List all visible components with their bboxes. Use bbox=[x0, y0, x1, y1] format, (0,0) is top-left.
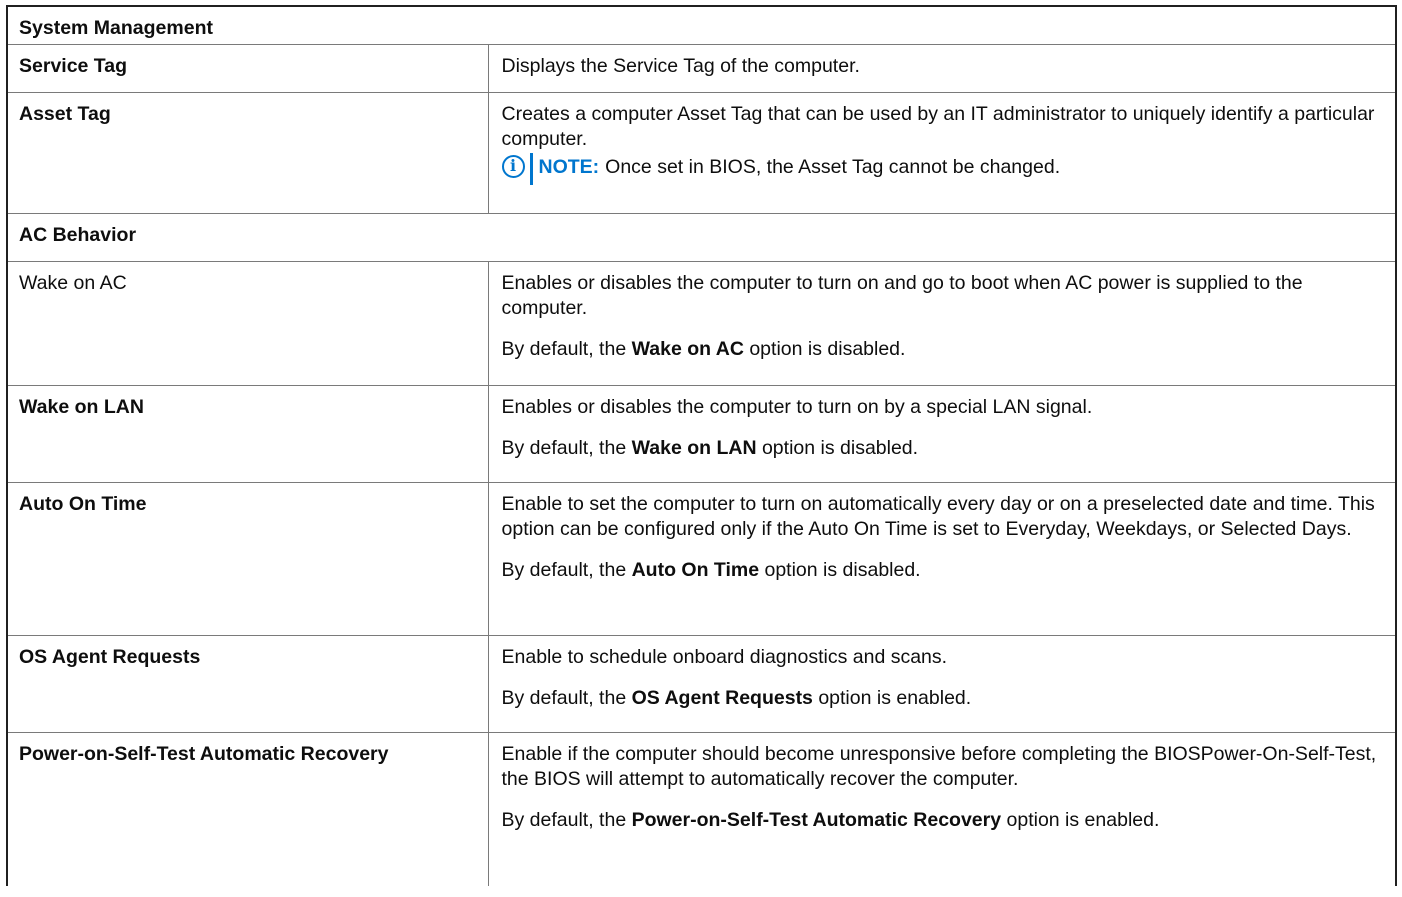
table-row-wake-on-lan: Wake on LAN Enables or disables the comp… bbox=[6, 384, 1397, 483]
default-text-wake-on-ac: By default, the Wake on AC option is dis… bbox=[501, 337, 906, 360]
table-row-auto-on-time: Auto On Time Enable to set the computer … bbox=[6, 481, 1397, 636]
info-icon: i bbox=[501, 154, 525, 178]
option-label-asset-tag: Asset Tag bbox=[19, 102, 111, 125]
option-description-cell: Enable if the computer should become unr… bbox=[487, 731, 1397, 886]
section-title: System Management bbox=[19, 17, 213, 39]
option-name-cell: Service Tag bbox=[6, 43, 489, 93]
option-description-cell: Enable to set the computer to turn on au… bbox=[487, 481, 1397, 636]
table-row-os-agent-requests: OS Agent Requests Enable to schedule onb… bbox=[6, 634, 1397, 733]
default-text-os-agent-requests: By default, the OS Agent Requests option… bbox=[501, 686, 972, 709]
option-description-cell: Enables or disables the computer to turn… bbox=[487, 260, 1397, 386]
option-name-cell: Asset Tag bbox=[6, 91, 489, 214]
note-text: Once set in BIOS, the Asset Tag cannot b… bbox=[605, 155, 1061, 178]
option-name-cell: Wake on LAN bbox=[6, 384, 489, 483]
option-label-auto-on-time: Auto On Time bbox=[19, 492, 147, 515]
table-row-asset-tag: Asset Tag Creates a computer Asset Tag t… bbox=[6, 91, 1397, 214]
table-row-service-tag: Service Tag Displays the Service Tag of … bbox=[6, 43, 1397, 93]
option-description-post-recovery: Enable if the computer should become unr… bbox=[501, 742, 1377, 790]
option-name-cell: Wake on AC bbox=[6, 260, 489, 386]
option-description-wake-on-lan: Enables or disables the computer to turn… bbox=[501, 395, 1093, 418]
subsection-title-ac-behavior: AC Behavior bbox=[19, 223, 137, 246]
option-description-wake-on-ac: Enables or disables the computer to turn… bbox=[501, 271, 1303, 319]
option-description-cell: Displays the Service Tag of the computer… bbox=[487, 43, 1397, 93]
option-name-cell: Power-on-Self-Test Automatic Recovery bbox=[6, 731, 489, 886]
option-description-cell: Enable to schedule onboard diagnostics a… bbox=[487, 634, 1397, 733]
table-row-post-recovery: Power-on-Self-Test Automatic Recovery En… bbox=[6, 731, 1397, 886]
option-label-os-agent-requests: OS Agent Requests bbox=[19, 645, 201, 668]
default-text-post-recovery: By default, the Power-on-Self-Test Autom… bbox=[501, 808, 1160, 831]
note-divider bbox=[529, 152, 533, 185]
option-name-cell: OS Agent Requests bbox=[6, 634, 489, 733]
note-label: NOTE: bbox=[538, 155, 600, 178]
option-name-cell: Auto On Time bbox=[6, 481, 489, 636]
option-label-wake-on-lan: Wake on LAN bbox=[19, 395, 144, 418]
option-description-os-agent-requests: Enable to schedule onboard diagnostics a… bbox=[501, 645, 948, 668]
default-text-auto-on-time: By default, the Auto On Time option is d… bbox=[501, 558, 921, 581]
option-label-post-recovery: Power-on-Self-Test Automatic Recovery bbox=[19, 742, 389, 765]
option-description-cell: Enables or disables the computer to turn… bbox=[487, 384, 1397, 483]
system-management-table: System Management Service Tag Displays t… bbox=[6, 5, 1397, 886]
subsection-header-row: AC Behavior bbox=[6, 212, 1397, 262]
default-text-wake-on-lan: By default, the Wake on LAN option is di… bbox=[501, 436, 919, 459]
option-label-wake-on-ac: Wake on AC bbox=[19, 271, 127, 294]
option-description-asset-tag: Creates a computer Asset Tag that can be… bbox=[501, 102, 1375, 150]
note-block: i NOTE: Once set in BIOS, the Asset Tag … bbox=[501, 152, 1388, 185]
subsection-header-cell: AC Behavior bbox=[6, 212, 1397, 262]
option-description-service-tag: Displays the Service Tag of the computer… bbox=[501, 54, 860, 77]
option-label-service-tag: Service Tag bbox=[19, 54, 128, 77]
section-header-row: System Management bbox=[6, 5, 1397, 45]
section-header-cell: System Management bbox=[6, 5, 1397, 45]
option-description-cell: Creates a computer Asset Tag that can be… bbox=[487, 91, 1397, 214]
option-description-auto-on-time: Enable to set the computer to turn on au… bbox=[501, 492, 1375, 540]
table-row-wake-on-ac: Wake on AC Enables or disables the compu… bbox=[6, 260, 1397, 386]
